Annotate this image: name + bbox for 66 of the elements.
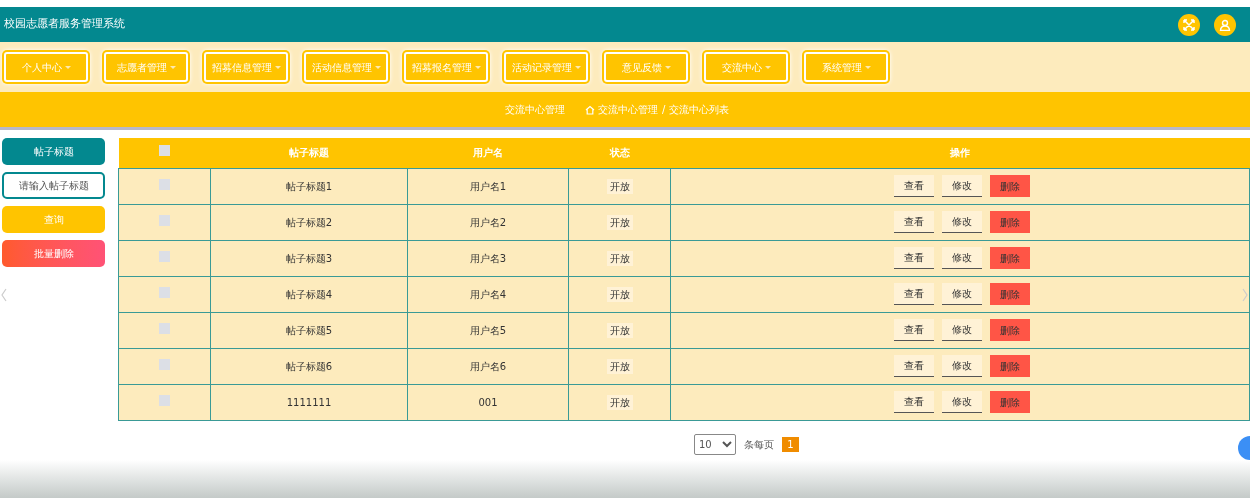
table-cell: 用户名5 — [469, 324, 507, 336]
app-title: 校园志愿者服务管理系统 — [4, 16, 125, 33]
status-text: 开放 — [606, 358, 633, 374]
edit-button[interactable]: 修改 — [941, 391, 982, 413]
edit-button[interactable]: 修改 — [941, 319, 982, 341]
table-cell: 帖子标题4 — [285, 288, 333, 300]
view-button[interactable]: 查看 — [893, 175, 934, 197]
page-size-select[interactable]: 10 — [694, 433, 736, 455]
checkbox[interactable] — [159, 286, 170, 298]
checkbox[interactable] — [159, 214, 170, 226]
delete-button[interactable]: 删除 — [989, 211, 1030, 233]
checkbox[interactable] — [159, 358, 170, 370]
status-text: 开放 — [606, 394, 633, 410]
status-text: 开放 — [606, 322, 633, 338]
status-text: 开放 — [606, 214, 633, 230]
table-cell: 帖子标题6 — [285, 360, 333, 372]
table-cell: 帖子标题3 — [285, 252, 333, 264]
batch-delete-button[interactable]: 批量删除 — [2, 240, 105, 267]
breadcrumb-current: 交流中心列表 — [669, 103, 730, 117]
delete-button[interactable]: 删除 — [989, 247, 1030, 269]
checkbox[interactable] — [159, 322, 170, 334]
view-button[interactable]: 查看 — [893, 211, 934, 233]
table-cell: 用户名6 — [469, 360, 507, 372]
status-text: 开放 — [606, 178, 633, 194]
fullscreen-icon[interactable] — [1178, 13, 1200, 36]
table-cell: 用户名2 — [469, 216, 507, 228]
table-cell: 帖子标题5 — [285, 324, 333, 336]
edit-button[interactable]: 修改 — [941, 355, 982, 377]
per-page-label: 条每页 — [744, 437, 774, 452]
table-cell: 用户名3 — [469, 252, 507, 264]
table-cell: 帖子标题2 — [285, 216, 333, 228]
edit-button[interactable]: 修改 — [941, 283, 982, 305]
column-header: 操作 — [950, 147, 970, 159]
delete-button[interactable]: 删除 — [989, 391, 1030, 413]
delete-button[interactable]: 删除 — [989, 175, 1030, 197]
edit-button[interactable]: 修改 — [941, 175, 982, 197]
table-cell: 帖子标题1 — [285, 180, 333, 192]
search-field[interactable]: 请输入帖子标题 — [2, 172, 105, 199]
view-button[interactable]: 查看 — [893, 355, 934, 377]
checkbox[interactable] — [159, 178, 170, 190]
table-cell: 1111111 — [286, 396, 332, 408]
table-cell: 001 — [478, 396, 498, 408]
table-cell: 用户名1 — [469, 180, 507, 192]
status-text: 开放 — [606, 250, 633, 266]
chevron-left-icon[interactable] — [1, 288, 7, 302]
breadcrumb-separator: / — [662, 103, 666, 117]
page-title: 交流中心管理 — [505, 103, 565, 117]
search-label: 帖子标题 — [2, 138, 105, 165]
table-cell: 用户名4 — [469, 288, 507, 300]
user-icon[interactable] — [1214, 13, 1236, 36]
view-button[interactable]: 查看 — [893, 319, 934, 341]
edit-button[interactable]: 修改 — [941, 211, 982, 233]
view-button[interactable]: 查看 — [893, 283, 934, 305]
home-icon — [585, 104, 595, 115]
status-text: 开放 — [606, 286, 633, 302]
checkbox[interactable] — [159, 394, 170, 406]
edit-button[interactable]: 修改 — [941, 247, 982, 269]
view-button[interactable]: 查看 — [893, 247, 934, 269]
delete-button[interactable]: 删除 — [989, 283, 1030, 305]
delete-button[interactable]: 删除 — [989, 355, 1030, 377]
chevron-right-icon[interactable] — [1242, 288, 1248, 302]
checkbox[interactable] — [159, 145, 170, 157]
view-button[interactable]: 查看 — [893, 391, 934, 413]
delete-button[interactable]: 删除 — [989, 319, 1030, 341]
page-button[interactable]: 1 — [782, 436, 799, 452]
checkbox[interactable] — [159, 250, 170, 262]
